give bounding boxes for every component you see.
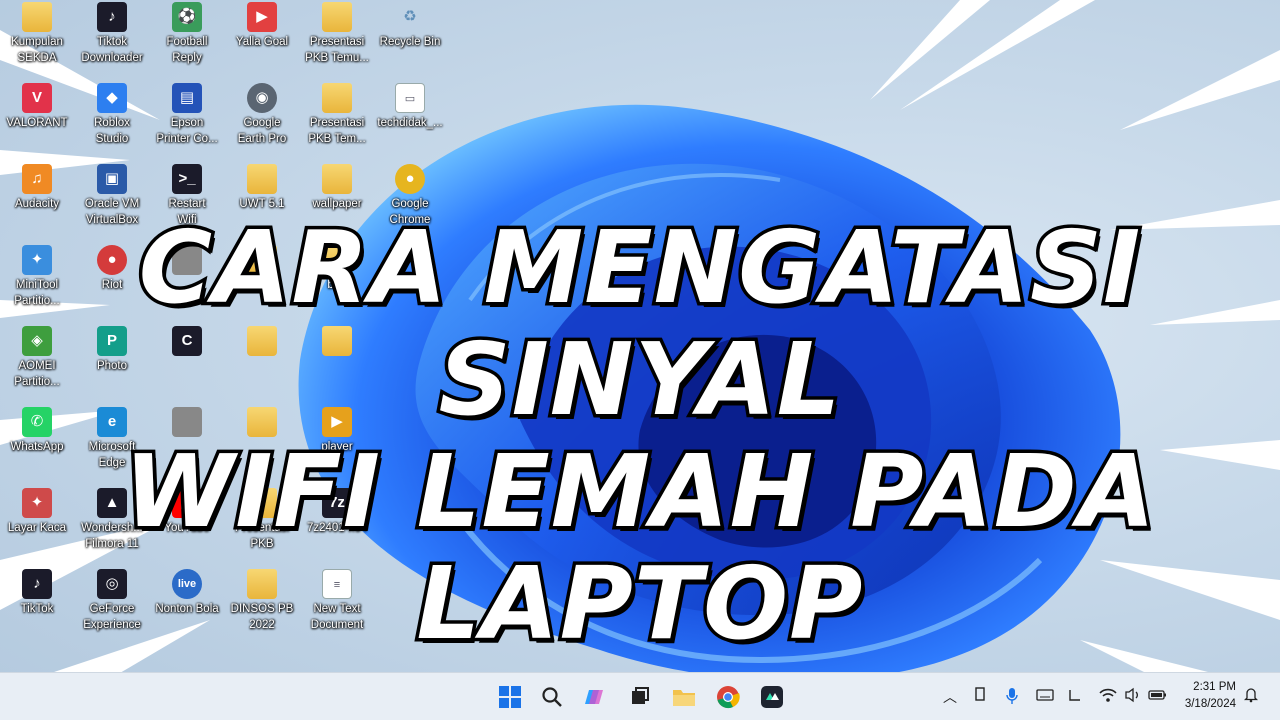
file-explorer-icon[interactable] bbox=[668, 681, 700, 713]
folder-icon bbox=[22, 2, 52, 32]
desktop-shortcut-label: Yalla Goal bbox=[235, 36, 289, 48]
desktop-shortcut[interactable]: ♻ Recycle Bin bbox=[373, 2, 447, 80]
desktop-shortcut-label: techdidak_... bbox=[377, 117, 443, 129]
tiktok-downloader-icon: ♪ bbox=[97, 2, 127, 32]
filmora-icon[interactable] bbox=[756, 681, 788, 713]
desktop-shortcut-label: VALORANT bbox=[6, 117, 68, 129]
desktop-shortcut-label: Recycle Bin bbox=[379, 36, 441, 48]
desktop-shortcut[interactable]: ▤ Epson Printer Co... bbox=[150, 83, 224, 161]
video-title-overlay: CARA MENGATASI SINYAL WIFI LEMAH PADA LA… bbox=[0, 208, 1280, 663]
desktop-shortcut-label: Google Earth Pro bbox=[237, 117, 287, 145]
image-file-icon: ▭ bbox=[395, 83, 425, 113]
display-icon[interactable] bbox=[1068, 687, 1082, 707]
terminal-icon: >_ bbox=[172, 164, 202, 194]
title-line-1: CARA MENGATASI SINYAL bbox=[135, 208, 1143, 439]
search-icon[interactable] bbox=[536, 681, 568, 713]
clock-time: 2:31 PM bbox=[1193, 681, 1236, 693]
clock[interactable]: 2:31 PM 3/18/2024 bbox=[1185, 679, 1236, 713]
battery-icon[interactable] bbox=[1148, 687, 1168, 707]
clock-date: 3/18/2024 bbox=[1184, 698, 1236, 710]
desktop-shortcut-label: Football Reply bbox=[166, 36, 208, 64]
chrome-icon[interactable] bbox=[712, 681, 744, 713]
desktop-shortcut-label: Epson Printer Co... bbox=[156, 117, 218, 145]
football-icon: ⚽ bbox=[172, 2, 202, 32]
microphone-icon[interactable] bbox=[1006, 687, 1018, 707]
desktop-shortcut[interactable]: ♪ Tiktok Downloader bbox=[75, 2, 149, 80]
desktop-shortcut[interactable]: ⚽ Football Reply bbox=[150, 2, 224, 80]
desktop-shortcut-label: Kumpulan SEKDA bbox=[11, 36, 63, 64]
keyboard-icon[interactable] bbox=[1036, 687, 1054, 707]
google-earth-icon: ◉ bbox=[247, 83, 277, 113]
folder-icon bbox=[322, 164, 352, 194]
desktop-shortcut-label: Presentasi PKB Tem... bbox=[308, 117, 366, 145]
desktop-shortcut[interactable]: Presentasi PKB Temu... bbox=[300, 2, 374, 80]
roblox-studio-icon: ◆ bbox=[97, 83, 127, 113]
bell-icon[interactable] bbox=[1243, 687, 1259, 707]
audacity-icon: ♫ bbox=[22, 164, 52, 194]
desktop-shortcut-label: Roblox Studio bbox=[94, 117, 130, 145]
desktop-shortcut[interactable]: ▶ Yalla Goal bbox=[225, 2, 299, 80]
desktop-shortcut-label: Tiktok Downloader bbox=[81, 36, 143, 64]
usb-icon[interactable] bbox=[974, 687, 986, 707]
folder-icon bbox=[322, 83, 352, 113]
taskbar: ︿ 2:31 PM 3/18/2024 bbox=[0, 672, 1280, 720]
task-view-icon[interactable] bbox=[624, 681, 656, 713]
yalla-icon: ▶ bbox=[247, 2, 277, 32]
desktop-shortcut-label: Presentasi PKB Temu... bbox=[305, 36, 369, 64]
folder-icon bbox=[322, 2, 352, 32]
desktop-shortcut-label: Audacity bbox=[14, 198, 60, 210]
valorant-icon: V bbox=[22, 83, 52, 113]
desktop-shortcut[interactable]: ▭ techdidak_... bbox=[373, 83, 447, 161]
desktop-shortcut[interactable]: V VALORANT bbox=[0, 83, 74, 161]
chrome-icon: ● bbox=[395, 164, 425, 194]
wifi-icon[interactable] bbox=[1099, 687, 1117, 707]
volume-icon[interactable] bbox=[1124, 687, 1142, 707]
desktop-shortcut[interactable]: ◉ Google Earth Pro bbox=[225, 83, 299, 161]
desktop-shortcut[interactable]: Presentasi PKB Tem... bbox=[300, 83, 374, 161]
desktop-shortcut[interactable]: Kumpulan SEKDA bbox=[0, 2, 74, 80]
virtualbox-icon: ▣ bbox=[97, 164, 127, 194]
desktop-shortcut[interactable]: ◆ Roblox Studio bbox=[75, 83, 149, 161]
copilot-icon[interactable] bbox=[580, 681, 612, 713]
epson-printer-icon: ▤ bbox=[172, 83, 202, 113]
folder-icon bbox=[247, 164, 277, 194]
title-line-2: WIFI LEMAH PADA LAPTOP bbox=[120, 432, 1158, 663]
chevron-up-icon[interactable]: ︿ bbox=[943, 687, 957, 707]
start-icon[interactable] bbox=[494, 681, 526, 713]
recycle-bin-icon: ♻ bbox=[403, 8, 417, 25]
